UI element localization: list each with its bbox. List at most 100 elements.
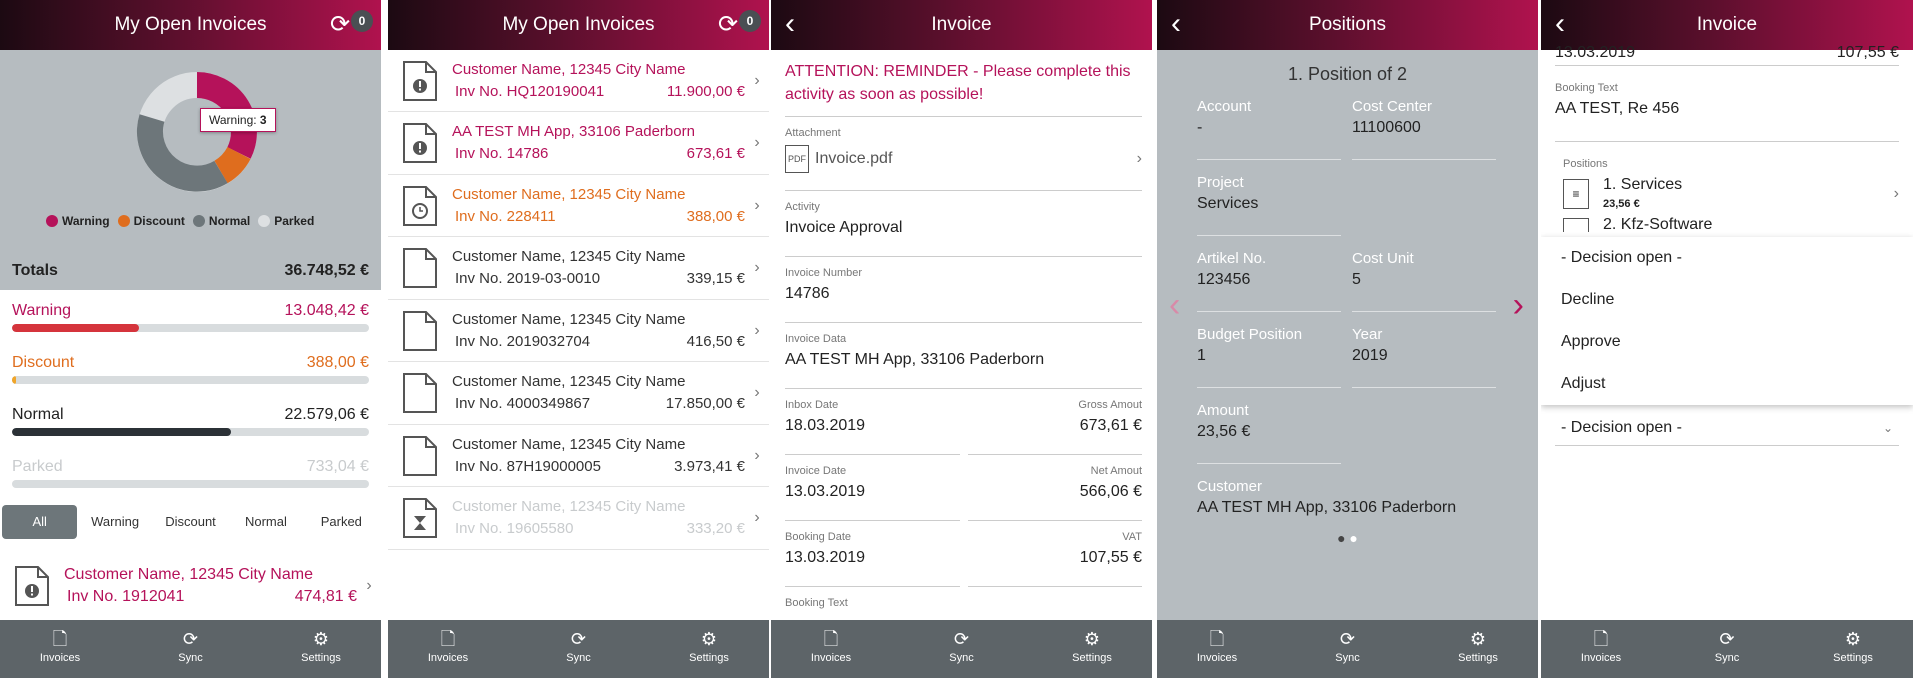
option-adjust[interactable]: Adjust bbox=[1541, 363, 1913, 405]
list-item[interactable]: Customer Name, 12345 City Name Inv No. 87… bbox=[388, 425, 769, 487]
category-warning[interactable]: Warning 13.048,42 € bbox=[12, 302, 369, 350]
tab-invoices[interactable]: 🗋 Invoices bbox=[1177, 620, 1257, 678]
customer-name: Customer Name, 12345 City Name bbox=[452, 373, 686, 390]
tab-sync[interactable]: ⟳ Sync bbox=[1687, 620, 1767, 678]
document-icon: 🗋 bbox=[1593, 629, 1609, 649]
position-item[interactable]: 2. Kfz-Software bbox=[1563, 216, 1899, 234]
warning-document-icon bbox=[402, 122, 438, 164]
document-icon bbox=[402, 372, 438, 414]
header: My Open Invoices ⟳ 0 bbox=[388, 0, 769, 50]
tab-settings[interactable]: ⚙ Settings bbox=[1052, 620, 1132, 678]
field-project: Project Services bbox=[1197, 174, 1341, 236]
chevron-right-icon: › bbox=[754, 134, 760, 151]
tab-settings[interactable]: ⚙ Settings bbox=[1813, 620, 1893, 678]
tab-sync[interactable]: ⟳ Sync bbox=[922, 620, 1002, 678]
sync-icon[interactable]: ⟳ bbox=[327, 12, 353, 38]
chart-tooltip: Warning: 3 bbox=[200, 108, 276, 132]
tab-settings[interactable]: ⚙ Settings bbox=[281, 620, 361, 678]
list-document-icon: ≡ bbox=[1563, 179, 1589, 209]
screen-invoice-list: My Open Invoices ⟳ 0 Customer Name, 1234… bbox=[388, 0, 769, 678]
filter-discount[interactable]: Discount bbox=[153, 505, 228, 539]
customer-name: Customer Name, 12345 City Name bbox=[452, 185, 686, 203]
totals-row: Totals 36.748,52 € bbox=[0, 250, 381, 290]
category-normal[interactable]: Normal 22.579,06 € bbox=[12, 406, 369, 454]
option-decision-open[interactable]: - Decision open - bbox=[1541, 237, 1913, 279]
tab-invoices[interactable]: 🗋 Invoices bbox=[20, 620, 100, 678]
chart-legend: Warning Discount Normal Parked bbox=[46, 214, 314, 228]
donut-discount[interactable] bbox=[213, 146, 251, 184]
normal-progress bbox=[12, 428, 232, 436]
tab-invoices[interactable]: 🗋 Invoices bbox=[1561, 620, 1641, 678]
document-icon: 🗋 bbox=[440, 629, 456, 649]
sync-badge: 0 bbox=[739, 10, 761, 32]
customer-name: Customer Name, 12345 City Name bbox=[452, 310, 686, 328]
tab-settings[interactable]: ⚙ Settings bbox=[669, 620, 749, 678]
invoice-number: Inv No. 87H19000005 bbox=[455, 457, 601, 475]
invoice-amount: 474,81 € bbox=[294, 588, 357, 605]
activity-field: Activity Invoice Approval bbox=[785, 191, 1142, 257]
position-item[interactable]: ≡ 1. Services 23,56 € › bbox=[1563, 176, 1899, 212]
filter-all[interactable]: All bbox=[2, 505, 78, 539]
tooltip-value: 3 bbox=[259, 113, 267, 127]
list-item[interactable]: Customer Name, 12345 City Name Inv No. 22… bbox=[388, 175, 769, 237]
tab-sync[interactable]: ⟳ Sync bbox=[539, 620, 619, 678]
document-icon bbox=[402, 310, 438, 352]
list-item[interactable]: AA TEST MH App, 33106 Paderborn Inv No. 1… bbox=[388, 113, 769, 175]
chevron-right-icon: › bbox=[366, 577, 372, 594]
list-item[interactable]: Customer Name, 12345 City Name Inv No. HQ… bbox=[388, 50, 769, 112]
invoice-detail: ATTENTION: REMINDER - Please complete th… bbox=[771, 50, 1152, 620]
prev-position-icon[interactable]: ‹ bbox=[1169, 286, 1180, 325]
screen-invoice-overview: My Open Invoices ⟳ 0 Warning: 3 Warning … bbox=[0, 0, 381, 678]
option-approve[interactable]: Approve bbox=[1541, 321, 1913, 363]
tab-invoices[interactable]: 🗋 Invoices bbox=[408, 620, 488, 678]
legend-parked: Parked bbox=[258, 214, 314, 228]
list-item[interactable]: Customer Name, 12345 City Name Inv No. 20… bbox=[388, 238, 769, 300]
donut-chart[interactable] bbox=[0, 50, 381, 210]
screen-invoice-detail: ‹ Invoice ATTENTION: REMINDER - Please c… bbox=[771, 0, 1152, 678]
tab-sync[interactable]: ⟳ Sync bbox=[151, 620, 231, 678]
list-item[interactable]: Customer Name, 12345 City Name Inv No. 19… bbox=[388, 488, 769, 550]
sync-icon: ⟳ bbox=[1719, 629, 1735, 649]
invoice-number: Inv No. 19605580 bbox=[455, 520, 574, 537]
list-item[interactable]: Customer Name, 12345 City Name Inv No. 1… bbox=[0, 554, 381, 618]
attention-message: ATTENTION: REMINDER - Please complete th… bbox=[785, 60, 1142, 117]
attachment-field[interactable]: Attachment PDF Invoice.pdf › bbox=[785, 117, 1142, 191]
back-icon[interactable]: ‹ bbox=[1555, 0, 1565, 48]
invoice-amount: 388,00 € bbox=[686, 207, 745, 225]
filter-warning[interactable]: Warning bbox=[77, 505, 152, 539]
category-discount[interactable]: Discount 388,00 € bbox=[12, 354, 369, 402]
list-item[interactable]: Customer Name, 12345 City Name Inv No. 20… bbox=[388, 300, 769, 362]
page-title: My Open Invoices bbox=[502, 14, 655, 35]
chevron-right-icon: › bbox=[754, 446, 760, 464]
tab-settings[interactable]: ⚙ Settings bbox=[1438, 620, 1518, 678]
document-icon: 🗋 bbox=[1209, 629, 1225, 649]
invoice-number-field: Invoice Number 14786 bbox=[785, 257, 1142, 323]
category-parked[interactable]: Parked 733,04 € bbox=[12, 458, 369, 506]
option-decline[interactable]: Decline bbox=[1541, 279, 1913, 321]
back-icon[interactable]: ‹ bbox=[785, 0, 795, 48]
chevron-right-icon: › bbox=[1136, 150, 1142, 167]
tab-bar: 🗋 Invoices ⟳ Sync ⚙ Settings bbox=[771, 620, 1152, 678]
chevron-right-icon: › bbox=[1893, 185, 1899, 202]
header: My Open Invoices ⟳ 0 bbox=[0, 0, 381, 50]
invoice-number: Inv No. 2019032704 bbox=[455, 332, 591, 350]
next-position-icon[interactable]: › bbox=[1513, 286, 1524, 325]
list-item[interactable]: Customer Name, 12345 City Name Inv No. 40… bbox=[388, 363, 769, 425]
booking-vat-row: Booking Date 13.03.2019 VAT 107,55 € bbox=[785, 521, 1142, 587]
field-budget-position: Budget Position 1 bbox=[1197, 326, 1341, 388]
decision-select[interactable]: - Decision open - ⌄ bbox=[1555, 410, 1899, 446]
clock-document-icon bbox=[402, 185, 438, 227]
back-icon[interactable]: ‹ bbox=[1171, 0, 1181, 48]
sync-icon: ⟳ bbox=[570, 629, 587, 649]
tab-sync[interactable]: ⟳ Sync bbox=[1308, 620, 1388, 678]
gears-icon: ⚙ bbox=[700, 629, 718, 649]
invoice-amount: 3.973,41 € bbox=[674, 457, 745, 475]
tooltip-label: Warning: bbox=[209, 113, 257, 127]
filter-parked[interactable]: Parked bbox=[304, 505, 379, 539]
sync-icon[interactable]: ⟳ bbox=[715, 12, 741, 38]
invoice-number: Inv No. 14786 bbox=[455, 145, 549, 162]
tab-invoices[interactable]: 🗋 Invoices bbox=[791, 620, 871, 678]
tab-bar: 🗋 Invoices ⟳ Sync ⚙ Settings bbox=[1157, 620, 1538, 678]
filter-tabs: All Warning Discount Normal Parked bbox=[2, 505, 379, 539]
filter-normal[interactable]: Normal bbox=[228, 505, 303, 539]
